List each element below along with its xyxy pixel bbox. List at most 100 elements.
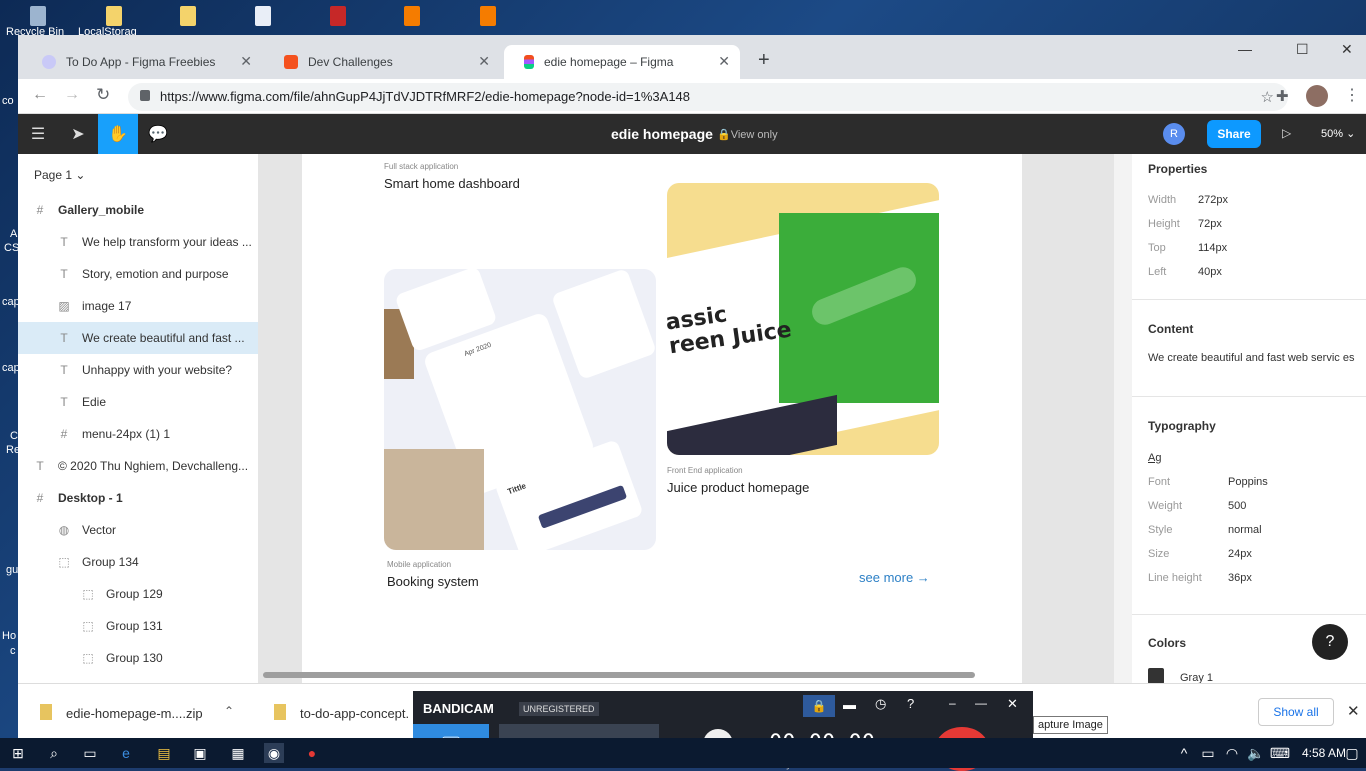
pdf-icon[interactable] <box>330 6 346 26</box>
file-explorer-icon[interactable]: ▤ <box>154 743 174 763</box>
help-icon[interactable]: ? <box>907 696 914 711</box>
chevron-up-icon[interactable]: ⌃ <box>224 704 234 718</box>
desktop-label: A <box>10 228 18 240</box>
image-layer-icon: ▨ <box>58 299 70 313</box>
layer-row[interactable]: ⬚ Group 134 <box>18 546 258 578</box>
layer-row[interactable]: # Desktop - 1 <box>18 482 258 514</box>
folder-icon[interactable] <box>180 6 196 26</box>
move-tool-icon[interactable]: ➤ <box>58 114 98 154</box>
zoom-level[interactable]: 50% ⌄ <box>1321 127 1355 140</box>
layer-label: menu-24px (1) 1 <box>82 427 171 441</box>
zoom-value: 50% <box>1321 128 1344 140</box>
forward-icon[interactable]: → <box>64 86 80 104</box>
zip-file-icon <box>40 704 52 720</box>
close-icon[interactable]: ✕ <box>1007 696 1018 712</box>
battery-icon[interactable]: ▭ <box>1198 743 1218 763</box>
see-more-link[interactable]: see more → <box>859 570 930 585</box>
download-item[interactable]: edie-homepage-m....zip <box>66 706 203 721</box>
folder-icon[interactable]: ▬ <box>843 697 856 712</box>
layer-label: Story, emotion and purpose <box>82 267 229 281</box>
maximize-icon[interactable]: ☐ <box>1296 41 1309 58</box>
profile-avatar[interactable] <box>1306 85 1328 107</box>
layer-row[interactable]: # menu-24px (1) 1 <box>18 418 258 450</box>
close-window-icon[interactable]: ✕ <box>1341 41 1353 58</box>
app-icon[interactable]: ▦ <box>228 743 248 763</box>
store-icon[interactable]: ▣ <box>190 743 210 763</box>
wifi-icon[interactable]: ◠ <box>1222 743 1242 763</box>
tray-chevron-icon[interactable]: ^ <box>1174 743 1194 763</box>
layer-row[interactable]: T We help transform your ideas ... <box>18 226 258 258</box>
desktop-label: Ho <box>2 630 17 642</box>
search-icon[interactable]: ⌕ <box>44 743 64 763</box>
layer-row[interactable]: T Edie <box>18 386 258 418</box>
reload-icon[interactable]: ↻ <box>96 85 110 105</box>
figma-canvas[interactable]: Full stack application Smart home dashbo… <box>259 154 1113 683</box>
minimize-icon[interactable]: – <box>949 696 956 710</box>
minimize-icon[interactable]: — <box>1238 41 1252 57</box>
layer-row[interactable]: ⬚ Group 131 <box>18 610 258 642</box>
comment-tool-icon[interactable]: 💬 <box>138 114 178 154</box>
desktop-label: co <box>2 95 14 107</box>
chrome-icon[interactable]: ◉ <box>264 743 284 763</box>
show-all-button[interactable]: Show all <box>1258 698 1334 726</box>
layer-row[interactable]: ⬚ Group 130 <box>18 642 258 674</box>
clock-icon[interactable]: ◷ <box>875 696 886 712</box>
properties-panel: Properties Width 272px Height 72px Top 1… <box>1113 154 1366 683</box>
layer-row[interactable]: ▨ image 17 <box>18 290 258 322</box>
text-style-sample: Ag <box>1148 452 1162 464</box>
layer-row[interactable]: # Gallery_mobile <box>18 194 258 226</box>
vlc-icon[interactable] <box>480 6 496 26</box>
download-item[interactable]: to-do-app-concept. <box>300 706 409 721</box>
text-layer-icon: T <box>60 267 68 281</box>
lock-icon[interactable]: 🔒 <box>803 695 835 717</box>
volume-icon[interactable]: 🔈 <box>1246 743 1266 763</box>
tab-todo-app[interactable]: To Do App - Figma Freebies ✕ <box>22 45 262 79</box>
layer-row[interactable]: T Story, emotion and purpose <box>18 258 258 290</box>
help-button[interactable]: ? <box>1312 624 1348 660</box>
folder-icon[interactable] <box>106 6 122 26</box>
line-height-label: Line height <box>1148 572 1202 584</box>
card-title: Booking system <box>387 574 479 589</box>
close-icon[interactable]: ✕ <box>1347 702 1360 720</box>
main-menu-icon[interactable]: ☰ <box>18 114 58 154</box>
hand-tool-icon[interactable]: ✋ <box>98 114 138 154</box>
mini-mode-icon[interactable]: — <box>975 696 987 710</box>
menu-kebab-icon[interactable]: ⋮ <box>1344 85 1360 105</box>
document-icon[interactable] <box>255 6 271 26</box>
layer-row[interactable]: T We create beautiful and fast ... <box>18 322 258 354</box>
layer-row[interactable]: T © 2020 Thu Nghiem, Devchalleng... <box>18 450 258 482</box>
edge-icon[interactable]: e <box>116 743 136 763</box>
vlc-icon[interactable] <box>404 6 420 26</box>
close-icon[interactable]: ✕ <box>718 53 730 70</box>
url-input[interactable]: https://www.figma.com/file/ahnGupP4JjTdV… <box>128 83 1288 111</box>
page-selector[interactable]: Page 1 ⌄ <box>34 168 85 182</box>
tab-edie-figma[interactable]: edie homepage – Figma ✕ <box>504 45 740 79</box>
close-icon[interactable]: ✕ <box>478 53 490 70</box>
tab-dev-challenges[interactable]: Dev Challenges ✕ <box>264 45 500 79</box>
recycle-bin-icon[interactable] <box>30 6 46 26</box>
new-tab-button[interactable]: + <box>758 49 770 72</box>
bandicam-taskbar-icon[interactable]: ● <box>302 743 322 763</box>
close-icon[interactable]: ✕ <box>240 53 252 70</box>
bookmark-star-icon[interactable]: ☆ <box>1261 88 1274 106</box>
color-name: Gray 1 <box>1180 672 1214 683</box>
layer-row[interactable]: ⬚ Group 129 <box>18 578 258 610</box>
frame-layer-icon: # <box>36 491 44 505</box>
share-button[interactable]: Share <box>1207 120 1261 148</box>
present-play-icon[interactable]: ▷ <box>1282 126 1291 140</box>
horizontal-scrollbar[interactable] <box>263 672 975 678</box>
notifications-icon[interactable]: ▢ <box>1342 743 1362 763</box>
lock-icon: 🔒 <box>717 129 731 141</box>
line-height-value: 36px <box>1228 572 1252 584</box>
extensions-icon[interactable]: ✚ <box>1276 87 1289 105</box>
layer-row[interactable]: T Unhappy with your website? <box>18 354 258 386</box>
layer-row[interactable]: ◍ Vector <box>18 514 258 546</box>
user-avatar[interactable]: R <box>1163 123 1185 145</box>
windows-start-icon[interactable]: ⊞ <box>8 743 28 763</box>
task-view-icon[interactable]: ▭ <box>80 743 100 763</box>
back-icon[interactable]: ← <box>32 86 48 104</box>
layer-label: Group 134 <box>82 555 139 569</box>
group-layer-icon: ⬚ <box>82 587 94 601</box>
keyboard-icon[interactable]: ⌨ <box>1270 743 1290 763</box>
interior-photo <box>384 449 484 550</box>
